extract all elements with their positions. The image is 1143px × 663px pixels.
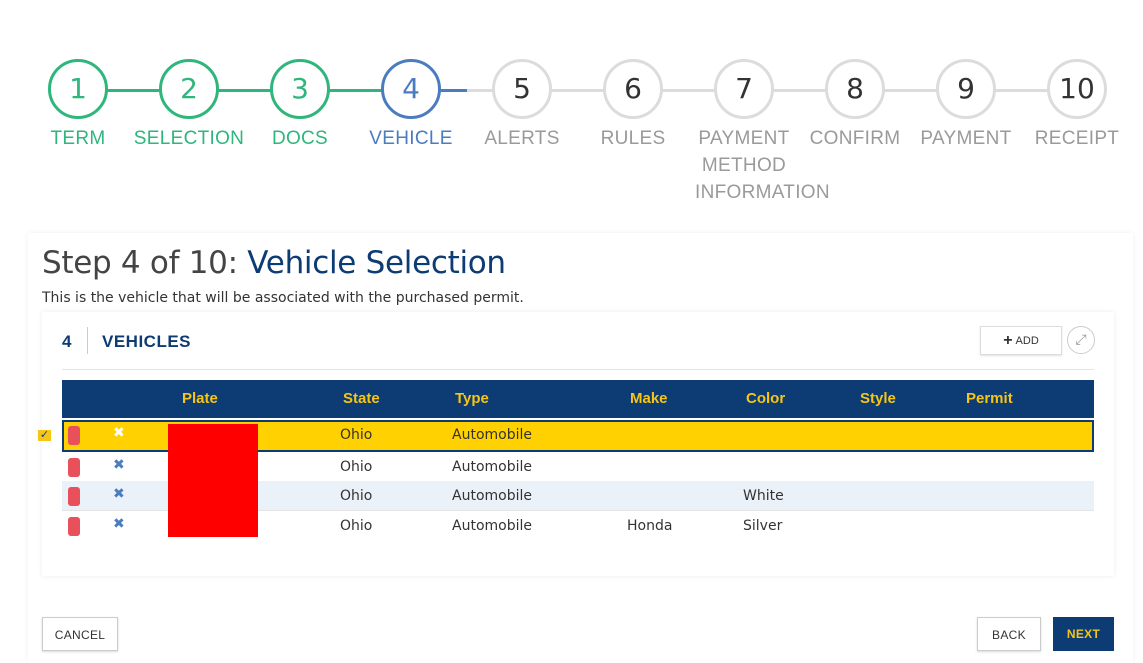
step-docs[interactable]: 3 DOCS xyxy=(240,59,360,152)
step-alerts: 5 ALERTS xyxy=(462,59,582,152)
page-title-main: Vehicle Selection xyxy=(247,245,506,281)
divider xyxy=(62,369,1094,370)
add-vehicle-button[interactable]: + ADD xyxy=(980,326,1062,355)
step-number: 1 xyxy=(48,59,108,119)
cell-color: White xyxy=(743,488,784,504)
step-label: TERM xyxy=(50,128,106,149)
column-header-make[interactable]: Make xyxy=(630,390,668,407)
step-label: DOCS xyxy=(271,128,329,149)
step-number: 8 xyxy=(825,59,885,119)
progress-stepper: 1 TERM 2 SELECTION 3 DOCS 4 VEHICLE 5 AL… xyxy=(0,0,1143,215)
redacted-plates xyxy=(168,424,258,537)
divider xyxy=(87,327,88,354)
cell-state: Ohio xyxy=(340,459,373,475)
vehicle-count: 4 xyxy=(62,332,72,351)
step-number: 5 xyxy=(492,59,552,119)
step-term[interactable]: 1 TERM xyxy=(18,59,138,152)
step-label: ALERTS xyxy=(484,128,560,149)
step-number: 7 xyxy=(714,59,774,119)
plus-icon: + xyxy=(1003,332,1013,349)
cell-make: Honda xyxy=(627,518,673,534)
remove-icon[interactable]: ✖ xyxy=(113,425,125,441)
step-selection[interactable]: 2 SELECTION xyxy=(129,59,249,152)
page-title: Step 4 of 10: Vehicle Selection xyxy=(42,245,506,281)
remove-icon[interactable]: ✖ xyxy=(113,486,125,502)
expand-icon: ⤢ xyxy=(1075,331,1087,347)
table-header: Plate State Type Make Color Style Permit xyxy=(62,380,1094,418)
step-label: SELECTION xyxy=(133,128,245,149)
delete-icon[interactable] xyxy=(68,458,80,477)
step-receipt: 10 RECEIPT xyxy=(1017,59,1137,152)
back-button[interactable]: BACK xyxy=(977,617,1041,651)
step-label: RECEIPT xyxy=(1034,128,1120,149)
vehicles-heading: VEHICLES xyxy=(102,332,192,351)
cell-type: Automobile xyxy=(452,427,532,443)
step-number: 9 xyxy=(936,59,996,119)
cell-type: Automobile xyxy=(452,488,532,504)
step-vehicle[interactable]: 4 VEHICLE xyxy=(351,59,471,152)
add-vehicle-label: ADD xyxy=(1015,335,1039,347)
cell-state: Ohio xyxy=(340,427,373,443)
remove-icon[interactable]: ✖ xyxy=(113,457,125,473)
step-number: 2 xyxy=(159,59,219,119)
step-number: 10 xyxy=(1047,59,1107,119)
column-header-permit[interactable]: Permit xyxy=(966,390,1013,407)
step-label-line: METHOD xyxy=(701,155,787,176)
cell-state: Ohio xyxy=(340,488,373,504)
cell-type: Automobile xyxy=(452,459,532,475)
step-number: 3 xyxy=(270,59,330,119)
cancel-button[interactable]: CANCEL xyxy=(42,617,118,651)
delete-icon[interactable] xyxy=(68,487,80,506)
step-label: PAYMENT xyxy=(920,128,1012,149)
delete-icon[interactable] xyxy=(68,517,80,536)
cell-state: Ohio xyxy=(340,518,373,534)
column-header-state[interactable]: State xyxy=(343,390,380,407)
column-header-color[interactable]: Color xyxy=(746,390,785,407)
column-header-style[interactable]: Style xyxy=(860,390,896,407)
remove-icon[interactable]: ✖ xyxy=(113,516,125,532)
step-number: 4 xyxy=(381,59,441,119)
column-header-type[interactable]: Type xyxy=(455,390,489,407)
step-payment: 9 PAYMENT xyxy=(906,59,1026,152)
column-header-plate[interactable]: Plate xyxy=(182,390,218,407)
step-label-line: INFORMATION xyxy=(695,182,830,203)
selected-check-icon: ✓ xyxy=(38,429,51,441)
page-title-prefix: Step 4 of 10: xyxy=(42,245,248,281)
step-label: CONFIRM xyxy=(809,128,901,149)
cell-type: Automobile xyxy=(452,518,532,534)
step-label: VEHICLE xyxy=(369,128,453,149)
delete-icon[interactable] xyxy=(68,426,80,445)
cell-color: Silver xyxy=(743,518,783,534)
step-number: 6 xyxy=(603,59,663,119)
page-subtitle: This is the vehicle that will be associa… xyxy=(42,290,524,306)
next-button[interactable]: NEXT xyxy=(1053,617,1114,651)
expand-button[interactable]: ⤢ xyxy=(1067,326,1095,354)
step-confirm: 8 CONFIRM xyxy=(795,59,915,152)
